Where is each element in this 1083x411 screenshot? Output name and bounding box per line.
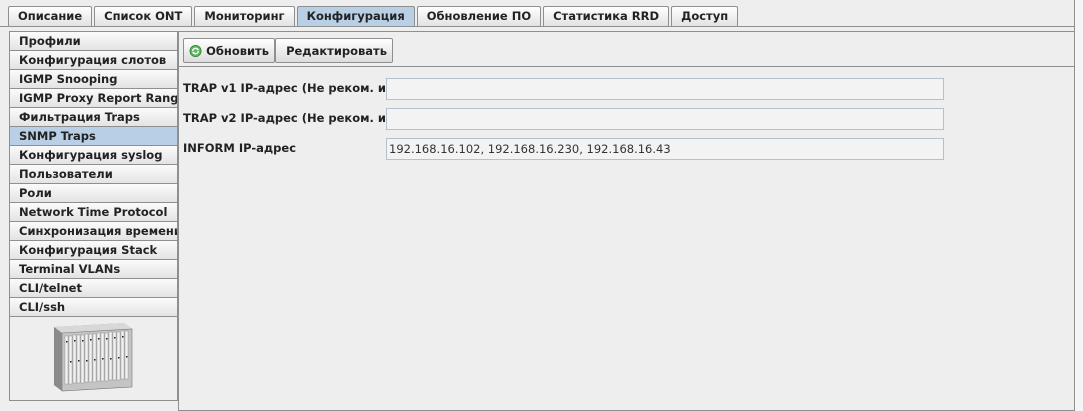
tab-configuration[interactable]: Конфигурация <box>296 6 415 26</box>
device-chassis-image <box>54 323 133 392</box>
pencil-icon <box>281 50 282 51</box>
tab-ont-list[interactable]: Список ONT <box>94 6 193 26</box>
sidebar-item-time-sync[interactable]: Синхронизация времени <box>10 222 177 241</box>
sidebar-item-igmp-snooping[interactable]: IGMP Snooping <box>10 70 177 89</box>
sidebar-item-slot-config[interactable]: Конфигурация слотов <box>10 51 177 70</box>
sidebar-item-ntp[interactable]: Network Time Protocol <box>10 203 177 222</box>
tab-access[interactable]: Доступ <box>671 6 739 26</box>
trap-v1-ip-field[interactable] <box>386 78 944 100</box>
toolbar: Обновить Редактировать <box>179 32 1075 67</box>
tab-monitoring[interactable]: Мониторинг <box>194 6 295 26</box>
edit-button-label: Редактировать <box>286 43 387 58</box>
window-right-edge <box>1074 0 1083 411</box>
sidebar-item-profiles[interactable]: Профили <box>10 32 177 51</box>
tab-description[interactable]: Описание <box>8 6 93 26</box>
inform-ip-field[interactable] <box>386 138 944 160</box>
refresh-button[interactable]: Обновить <box>183 38 275 63</box>
inform-label: INFORM IP-адрес <box>183 141 297 155</box>
sidebar-item-igmp-proxy-report-range[interactable]: IGMP Proxy Report Range <box>10 89 177 108</box>
tab-firmware-update[interactable]: Обновление ПО <box>416 6 542 26</box>
sidebar-item-users[interactable]: Пользователи <box>10 165 177 184</box>
sidebar-item-syslog-config[interactable]: Конфигурация syslog <box>10 146 177 165</box>
trap-v2-ip-field[interactable] <box>386 108 944 130</box>
top-tab-bar: Описание Список ONT Мониторинг Конфигура… <box>8 6 740 26</box>
tab-divider <box>0 26 1083 27</box>
refresh-icon <box>189 44 202 57</box>
trap-v2-label: TRAP v2 IP-адрес (Не реком. исп.) <box>183 111 411 125</box>
sidebar: Профили Конфигурация слотов IGMP Snoopin… <box>9 31 178 401</box>
content-panel: Обновить Редактировать TRAP v1 IP-адрес … <box>178 31 1076 411</box>
refresh-button-label: Обновить <box>206 43 269 58</box>
sidebar-item-stack-config[interactable]: Конфигурация Stack <box>10 241 177 260</box>
sidebar-item-cli-ssh[interactable]: CLI/ssh <box>10 298 177 317</box>
sidebar-item-cli-telnet[interactable]: CLI/telnet <box>10 279 177 298</box>
sidebar-item-trap-filtering[interactable]: Фильтрация Traps <box>10 108 177 127</box>
sidebar-item-terminal-vlans[interactable]: Terminal VLANs <box>10 260 177 279</box>
edit-button[interactable]: Редактировать <box>275 38 393 63</box>
sidebar-item-roles[interactable]: Роли <box>10 184 177 203</box>
tab-rrd-statistics[interactable]: Статистика RRD <box>543 6 670 26</box>
sidebar-item-snmp-traps[interactable]: SNMP Traps <box>10 127 177 146</box>
trap-v1-label: TRAP v1 IP-адрес (Не реком. исп.) <box>183 81 411 95</box>
